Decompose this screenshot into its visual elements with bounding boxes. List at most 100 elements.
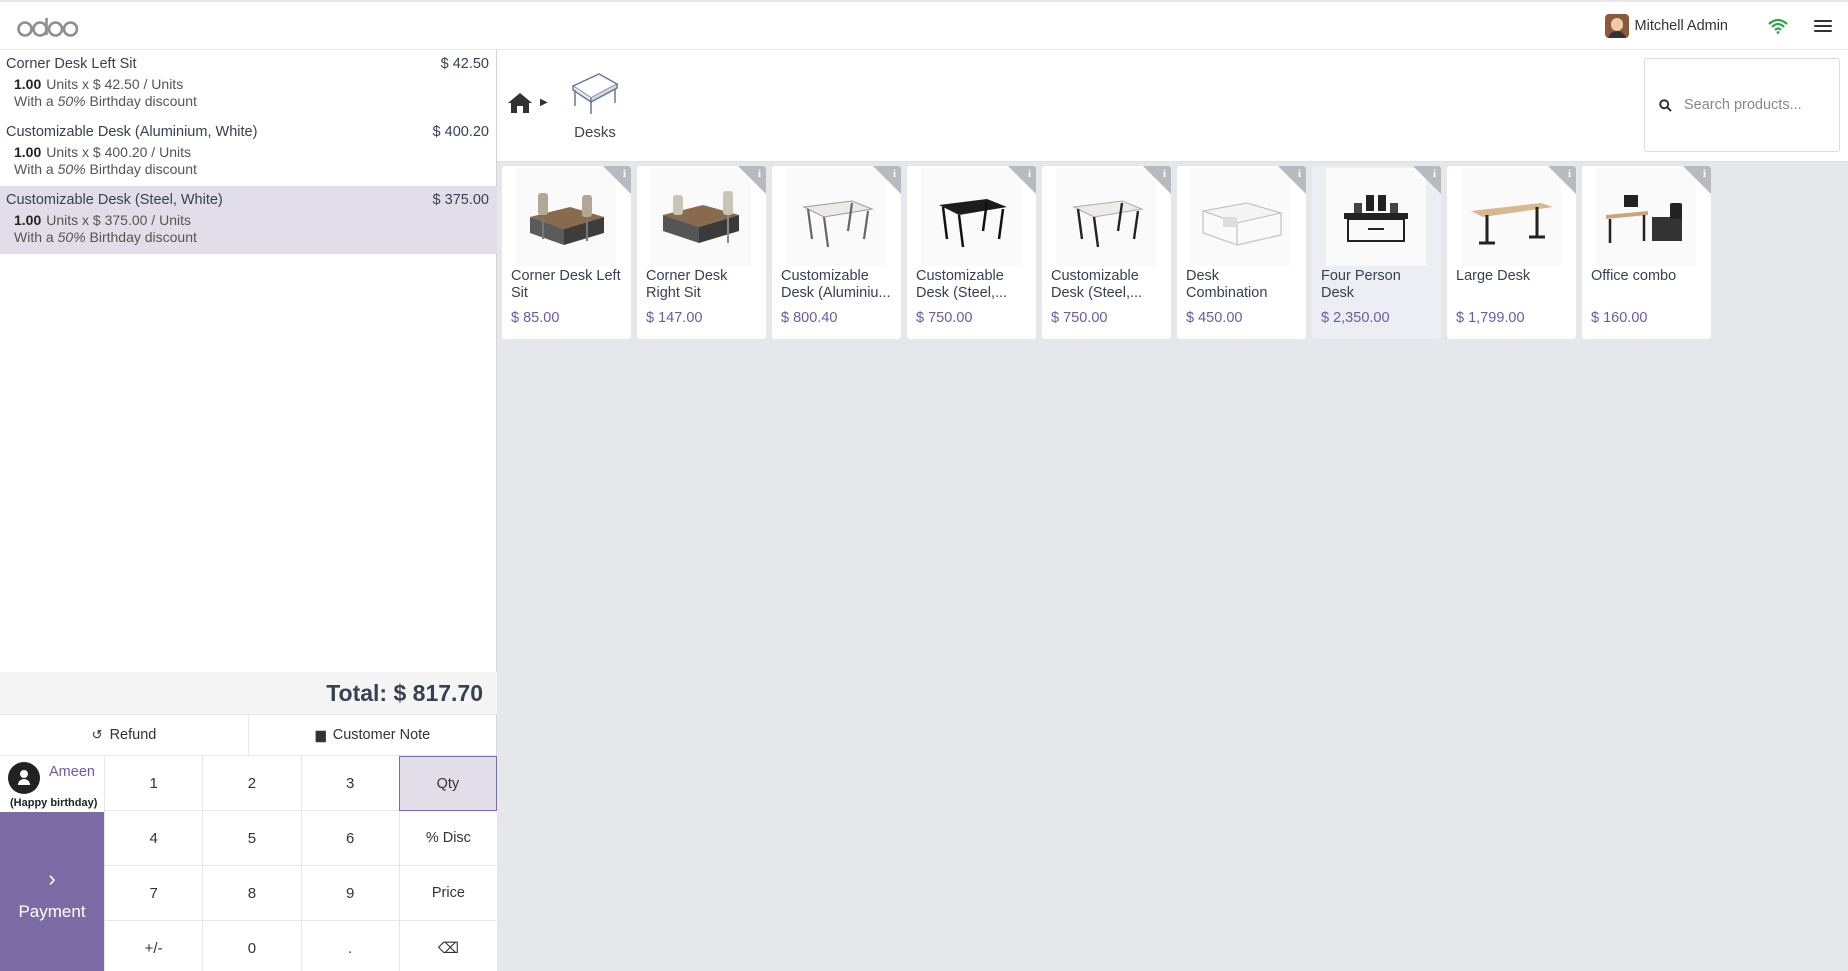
product-name: Corner Desk Right Sit xyxy=(646,268,728,301)
orderline-selected[interactable]: Customizable Desk (Steel, White) $ 375.0… xyxy=(0,186,497,254)
chevron-right-icon: › xyxy=(48,865,56,891)
product-info-tab[interactable] xyxy=(1413,166,1441,194)
category-desks[interactable]: Desks xyxy=(553,70,637,150)
product-card[interactable]: i Corner Desk Left Sit $ 85.00 xyxy=(502,166,631,339)
payment-button[interactable]: › Payment xyxy=(0,812,104,971)
user-name[interactable]: Mitchell Admin xyxy=(1635,18,1728,34)
product-image xyxy=(921,168,1021,266)
payment-label: Payment xyxy=(18,901,86,921)
product-price: $ 147.00 xyxy=(646,310,703,326)
refund-button[interactable]: ↺ Refund xyxy=(0,715,249,755)
info-icon[interactable]: i xyxy=(893,168,896,180)
home-icon[interactable] xyxy=(507,92,533,114)
product-card[interactable]: i Corner Desk Right Sit $ 147.00 xyxy=(637,166,766,339)
product-info-tab[interactable] xyxy=(1548,166,1576,194)
product-image xyxy=(516,168,616,266)
category-label: Desks xyxy=(574,124,616,141)
discount-percent: 50% xyxy=(57,161,86,177)
product-info-tab[interactable] xyxy=(1008,166,1036,194)
product-info-tab[interactable] xyxy=(738,166,766,194)
numpad-key-9[interactable]: 9 xyxy=(300,866,399,921)
backspace-icon[interactable]: ⌫ xyxy=(398,921,497,971)
discount-percent: 50% xyxy=(57,93,86,109)
customer-note: (Happy birthday) xyxy=(10,797,98,809)
product-image xyxy=(1191,168,1291,266)
product-info-tab[interactable] xyxy=(603,166,631,194)
odoo-logo xyxy=(16,12,78,42)
orderline-qty-info: 1.00 Units x $ 375.00 / Units xyxy=(6,212,489,229)
discount-prefix: With a xyxy=(14,229,58,245)
orderline-unit-info: Units x $ 375.00 / Units xyxy=(46,212,191,228)
info-icon[interactable]: i xyxy=(1433,168,1436,180)
customer-note-button[interactable]: ▆ Customer Note xyxy=(249,715,497,755)
product-price: $ 450.00 xyxy=(1186,310,1243,326)
orderline-qty: 1.00 xyxy=(14,212,42,228)
info-icon[interactable]: i xyxy=(1703,168,1706,180)
numpad-key-4[interactable]: 4 xyxy=(104,811,203,866)
search-icon xyxy=(1659,98,1672,112)
orderline-discount: With a 50% Birthday discount xyxy=(6,229,489,246)
product-info-tab[interactable] xyxy=(873,166,901,194)
numpad-price-mode[interactable]: Price xyxy=(398,866,497,921)
info-icon[interactable]: i xyxy=(623,168,626,180)
search-input[interactable] xyxy=(1684,97,1834,113)
discount-percent: 50% xyxy=(57,229,86,245)
numpad-key-3[interactable]: 3 xyxy=(300,756,399,811)
order-panel: Corner Desk Left Sit $ 42.50 1.00 Units x… xyxy=(0,50,497,971)
hamburger-menu-icon[interactable] xyxy=(1814,18,1832,34)
search-box[interactable] xyxy=(1644,58,1840,152)
orderline-name: Customizable Desk (Aluminium, White) xyxy=(6,124,258,140)
orderline-qty-info: 1.00 Units x $ 400.20 / Units xyxy=(6,144,489,161)
numpad-key-1[interactable]: 1 xyxy=(104,756,203,811)
undo-icon: ↺ xyxy=(91,727,103,742)
user-avatar[interactable] xyxy=(1604,14,1629,38)
numpad-key-2[interactable]: 2 xyxy=(202,756,301,811)
product-card[interactable]: i Customizable Desk (Aluminiu... $ 800.4… xyxy=(772,166,901,339)
orderline[interactable]: Customizable Desk (Aluminium, White) $ 4… xyxy=(0,118,497,186)
product-card[interactable]: i Customizable Desk (Steel,... $ 750.00 xyxy=(907,166,1036,339)
product-name: Customizable Desk (Steel,... xyxy=(916,268,1008,301)
product-image xyxy=(1056,168,1156,266)
numpad-plus-minus[interactable]: +/- xyxy=(104,921,203,971)
product-image xyxy=(1326,168,1426,266)
product-name: Corner Desk Left Sit xyxy=(511,268,621,301)
numpad-key-8[interactable]: 8 xyxy=(202,866,301,921)
product-info-tab[interactable] xyxy=(1683,166,1711,194)
product-card[interactable]: i Office combo $ 160.00 xyxy=(1582,166,1711,339)
wifi-icon[interactable] xyxy=(1768,18,1788,34)
customer-button[interactable]: Ameen (Happy birthday) xyxy=(0,756,104,812)
orderline[interactable]: Corner Desk Left Sit $ 42.50 1.00 Units x… xyxy=(0,50,497,118)
orderline-discount: With a 50% Birthday discount xyxy=(6,161,489,178)
numpad-key-7[interactable]: 7 xyxy=(104,866,203,921)
orderline-name: Customizable Desk (Steel, White) xyxy=(6,192,223,208)
info-icon[interactable]: i xyxy=(1568,168,1571,180)
pad-area: Ameen (Happy birthday) › Payment 1 2 3 Q… xyxy=(0,756,497,971)
info-icon[interactable]: i xyxy=(1298,168,1301,180)
product-image xyxy=(1461,168,1561,266)
orderlines-list: Corner Desk Left Sit $ 42.50 1.00 Units x… xyxy=(0,50,497,672)
customer-note-label: Customer Note xyxy=(332,727,431,743)
numpad-decimal[interactable]: . xyxy=(300,921,399,971)
orderline-discount: With a 50% Birthday discount xyxy=(6,93,489,110)
product-card[interactable]: i Large Desk $ 1,799.00 xyxy=(1447,166,1576,339)
info-icon[interactable]: i xyxy=(1028,168,1031,180)
refund-label: Refund xyxy=(109,727,157,743)
numpad-key-0[interactable]: 0 xyxy=(202,921,301,971)
product-info-tab[interactable] xyxy=(1278,166,1306,194)
orderline-price: $ 375.00 xyxy=(432,192,489,208)
numpad-discount-mode[interactable]: % Disc xyxy=(398,811,497,866)
info-icon[interactable]: i xyxy=(758,168,761,180)
product-name: Customizable Desk (Aluminiu... xyxy=(781,268,891,301)
discount-prefix: With a xyxy=(14,161,58,177)
product-price: $ 2,350.00 xyxy=(1321,310,1390,326)
numpad: 1 2 3 Qty 4 5 6 % Disc 7 8 9 Price +/- 0… xyxy=(104,756,497,971)
numpad-key-5[interactable]: 5 xyxy=(202,811,301,866)
numpad-qty-mode[interactable]: Qty xyxy=(398,756,497,811)
discount-suffix: Birthday discount xyxy=(85,229,197,245)
info-icon[interactable]: i xyxy=(1163,168,1166,180)
product-card[interactable]: i Customizable Desk (Steel,... $ 750.00 xyxy=(1042,166,1171,339)
product-info-tab[interactable] xyxy=(1143,166,1171,194)
product-card[interactable]: i Desk Combination $ 450.00 xyxy=(1177,166,1306,339)
product-card[interactable]: i Four Person Desk $ 2,350.00 xyxy=(1312,166,1441,339)
numpad-key-6[interactable]: 6 xyxy=(300,811,399,866)
